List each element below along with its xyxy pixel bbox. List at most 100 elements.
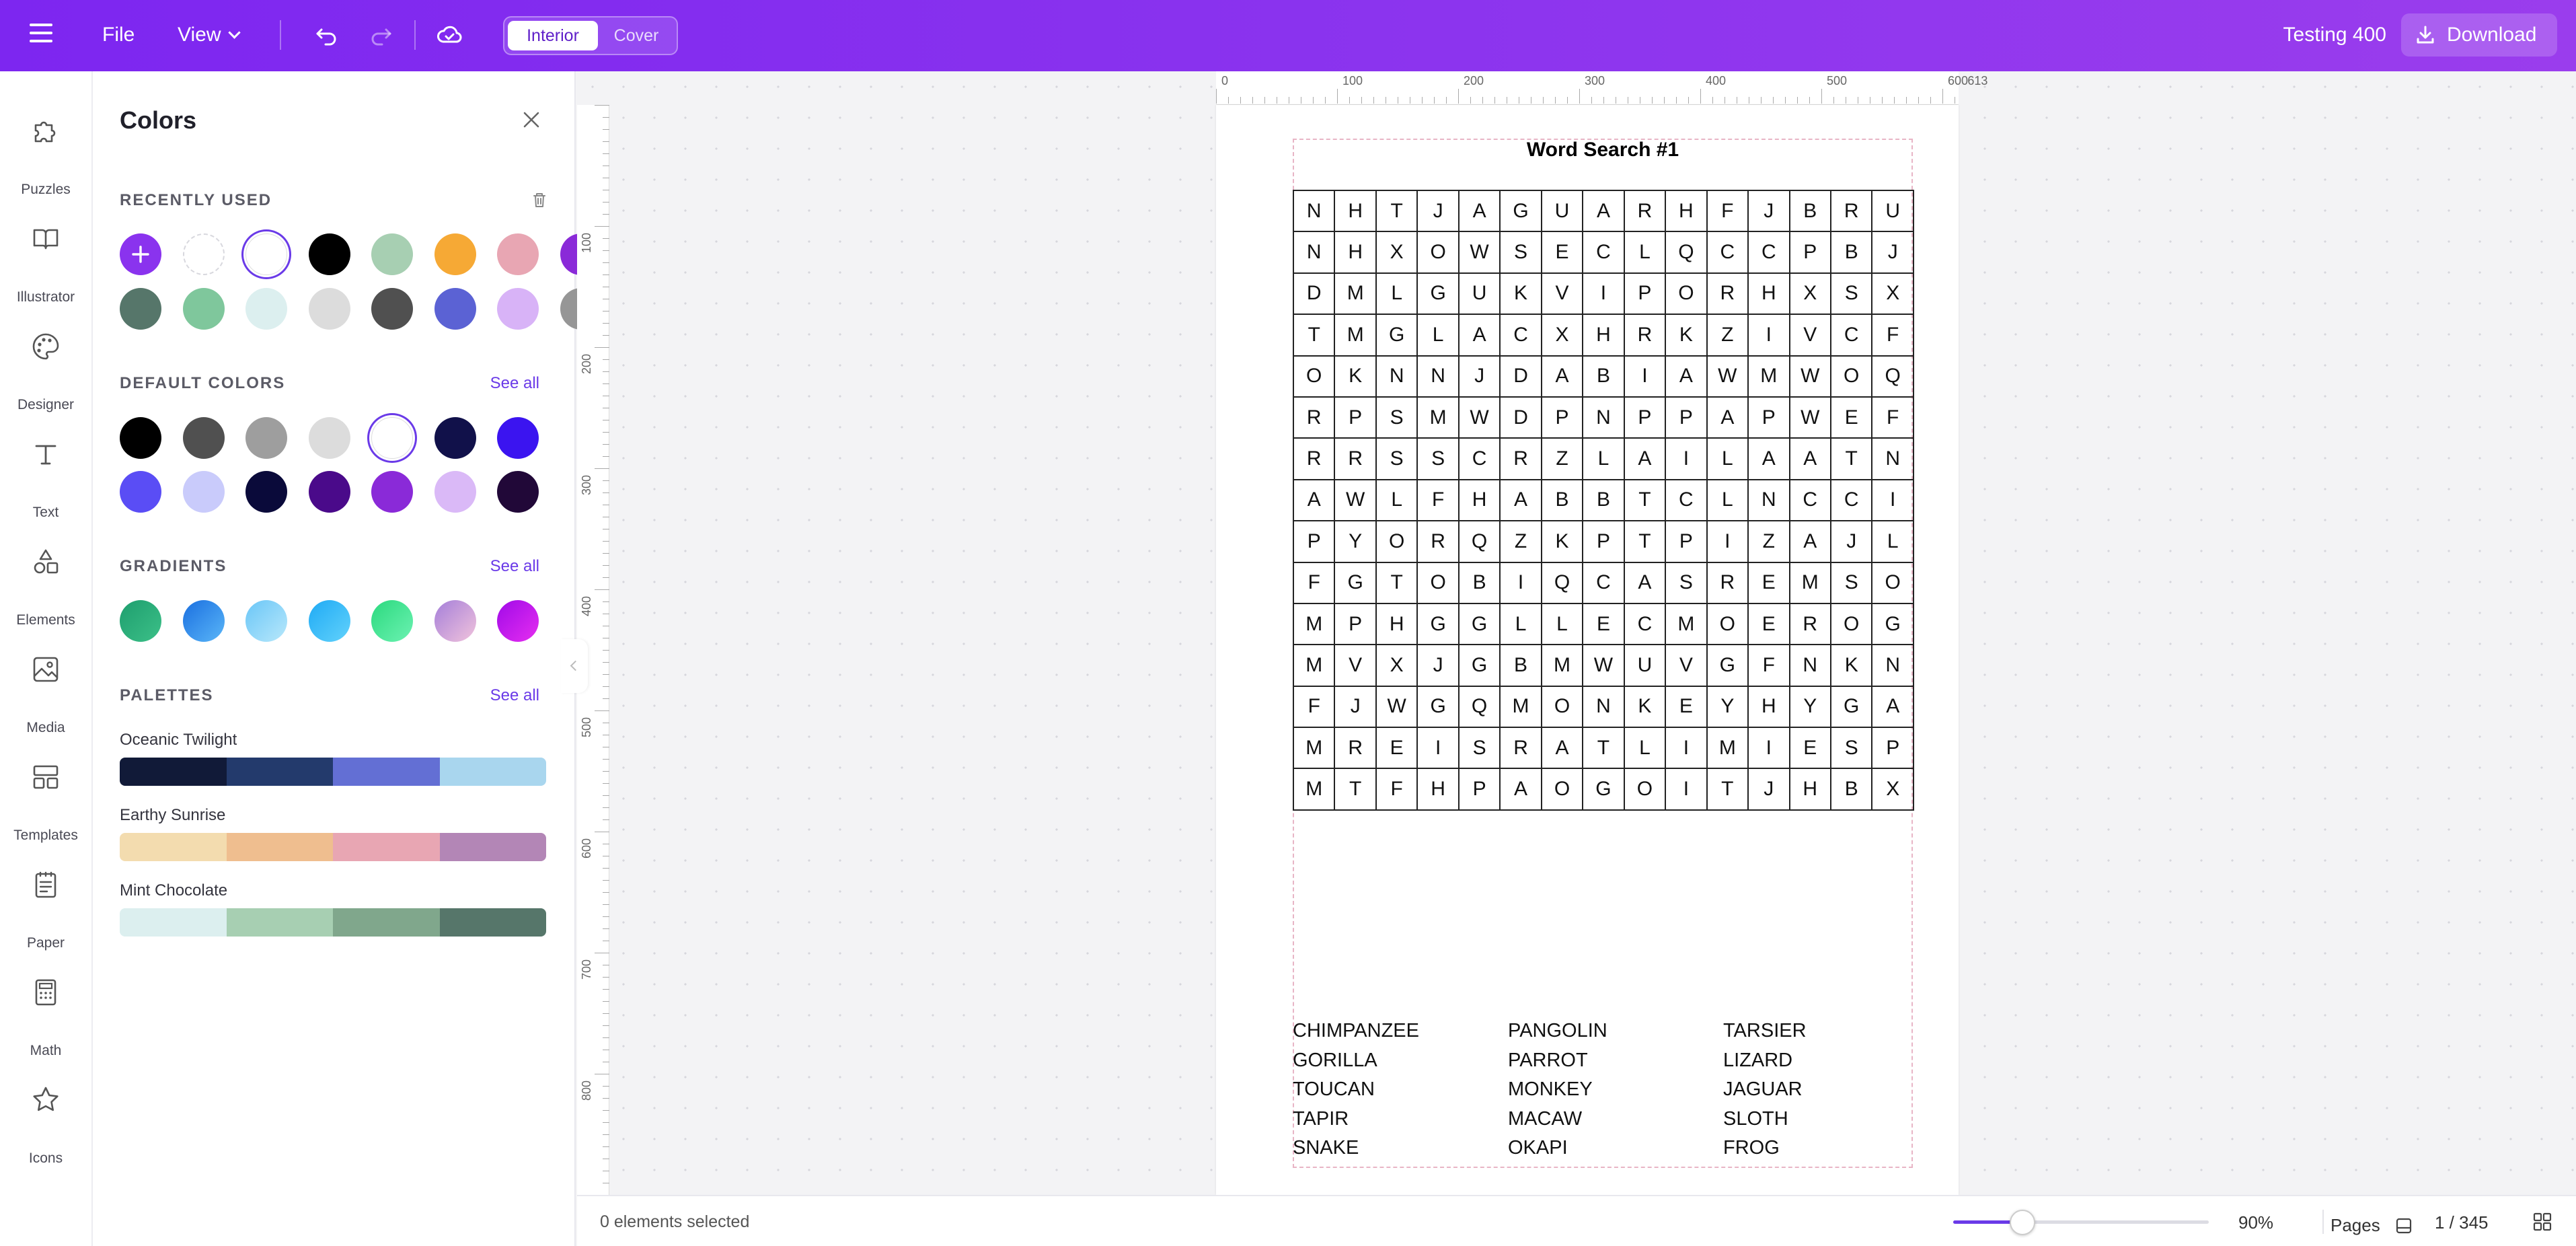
color-swatch[interactable] (245, 233, 287, 275)
palette-color[interactable] (120, 758, 227, 786)
palette-color[interactable] (226, 908, 333, 937)
rail-item-text[interactable]: Text (0, 421, 91, 520)
palette-color[interactable] (439, 833, 546, 861)
grid-cell: C (1747, 231, 1790, 274)
color-swatch[interactable] (371, 417, 413, 459)
zoom-level[interactable]: 90% (2238, 1212, 2273, 1233)
hamburger-menu-icon[interactable] (30, 24, 52, 46)
see-all-gradients-link[interactable]: See all (490, 557, 539, 576)
rail-label: Icons (28, 1150, 63, 1166)
color-swatch[interactable] (245, 417, 287, 459)
redo-icon[interactable] (366, 20, 395, 50)
color-swatch[interactable] (182, 417, 225, 459)
grid-cell: H (1457, 478, 1501, 522)
cloud-save-icon[interactable] (434, 20, 464, 50)
grid-cell: M (1416, 396, 1460, 439)
view-menu[interactable]: View (178, 20, 241, 50)
gradient-swatch[interactable] (308, 600, 350, 642)
palette-color[interactable] (120, 908, 227, 937)
document-title[interactable]: Testing 400 (2283, 20, 2386, 50)
color-swatch[interactable] (182, 288, 225, 330)
trash-icon[interactable] (530, 190, 549, 210)
rail-item-designer[interactable]: Designer (0, 314, 91, 412)
grid-cell: V (1665, 644, 1708, 687)
color-swatch[interactable] (371, 288, 413, 330)
download-button[interactable]: Download (2401, 13, 2557, 57)
color-swatch[interactable] (120, 417, 161, 459)
rail-item-templates[interactable]: Templates (0, 744, 91, 843)
rail-item-paper[interactable]: Paper (0, 852, 91, 951)
collapse-panel-handle[interactable] (561, 639, 588, 693)
gradient-swatch[interactable] (245, 600, 287, 642)
palette-color[interactable] (226, 833, 333, 861)
color-swatch[interactable] (182, 471, 225, 513)
palette-color[interactable] (439, 908, 546, 937)
pages-button[interactable]: Pages (2331, 1212, 2413, 1236)
rail-item-icons[interactable]: Icons (0, 1067, 91, 1166)
palette-color[interactable] (120, 833, 227, 861)
palette-swatch-bar[interactable] (120, 908, 546, 937)
color-swatch[interactable] (497, 288, 539, 330)
color-swatch[interactable] (245, 288, 287, 330)
palette-color[interactable] (333, 908, 440, 937)
transparent-swatch[interactable] (182, 233, 225, 275)
palette-color[interactable] (333, 833, 440, 861)
rail-item-puzzles[interactable]: Puzzles (0, 98, 91, 197)
color-swatch[interactable] (371, 233, 413, 275)
grid-row: MPHGGLLECMOEROG (1292, 602, 1914, 646)
rail-item-math[interactable]: Math (0, 959, 91, 1058)
color-swatch[interactable] (497, 417, 539, 459)
palette-color[interactable] (226, 758, 333, 786)
palette-color[interactable] (439, 758, 546, 786)
color-swatch[interactable] (120, 471, 161, 513)
color-swatch[interactable] (245, 471, 287, 513)
rail-item-elements[interactable]: Elements (0, 529, 91, 628)
ruler-tick (1252, 97, 1253, 104)
color-swatch[interactable] (497, 233, 539, 275)
tab-interior[interactable]: Interior (508, 21, 598, 50)
color-swatch[interactable] (434, 417, 476, 459)
puzzle-title[interactable]: Word Search #1 (1293, 139, 1913, 161)
color-swatch[interactable] (434, 233, 476, 275)
color-swatch[interactable] (120, 288, 161, 330)
rail-item-illustrator[interactable]: Illustrator (0, 206, 91, 305)
see-all-palettes-link[interactable]: See all (490, 686, 539, 705)
top-bar: File View Interior Cover Testing 400 Dow… (0, 0, 2576, 71)
gradient-swatch[interactable] (371, 600, 413, 642)
undo-icon[interactable] (312, 20, 342, 50)
zoom-slider[interactable] (1953, 1210, 2209, 1235)
ruler-tick (603, 444, 609, 445)
gradient-swatch[interactable] (434, 600, 476, 642)
color-swatch[interactable] (434, 471, 476, 513)
grid-view-icon[interactable] (2530, 1210, 2554, 1234)
grid-cell: X (1375, 231, 1418, 274)
gradient-swatch[interactable] (120, 600, 161, 642)
color-swatch[interactable] (308, 233, 350, 275)
gradient-swatch[interactable] (497, 600, 539, 642)
color-swatch[interactable] (308, 288, 350, 330)
ruler-tick (1773, 97, 1774, 104)
palette-color[interactable] (333, 758, 440, 786)
color-swatch[interactable] (371, 471, 413, 513)
add-color-button[interactable] (120, 233, 161, 275)
color-swatch[interactable] (434, 288, 476, 330)
palette-swatch-bar[interactable] (120, 758, 546, 786)
grid-cell: W (1706, 355, 1749, 398)
grid-cell: I (1665, 727, 1708, 770)
see-all-default-colors-link[interactable]: See all (490, 374, 539, 393)
zoom-slider-handle[interactable] (2009, 1210, 2035, 1235)
tab-cover[interactable]: Cover (599, 21, 674, 50)
rail-item-media[interactable]: Media (0, 636, 91, 735)
word-search-grid[interactable]: NHTJAGUARHFJBRUNHXOWSECLQCCPBJDMLGUKVIPO… (1292, 189, 1914, 811)
color-swatch[interactable] (308, 471, 350, 513)
close-icon[interactable] (521, 109, 542, 131)
color-swatch[interactable] (497, 471, 539, 513)
palette-name: Earthy Sunrise (120, 806, 226, 824)
palette-swatch-bar[interactable] (120, 833, 546, 861)
grid-cell: M (1747, 355, 1790, 398)
grid-cell: N (1292, 189, 1336, 233)
color-swatch[interactable] (308, 417, 350, 459)
puzzle-page[interactable]: Word Search #1 NHTJAGUARHFJBRUNHXOWSECLQ… (1216, 105, 1959, 1195)
file-menu[interactable]: File (102, 20, 135, 50)
gradient-swatch[interactable] (182, 600, 225, 642)
